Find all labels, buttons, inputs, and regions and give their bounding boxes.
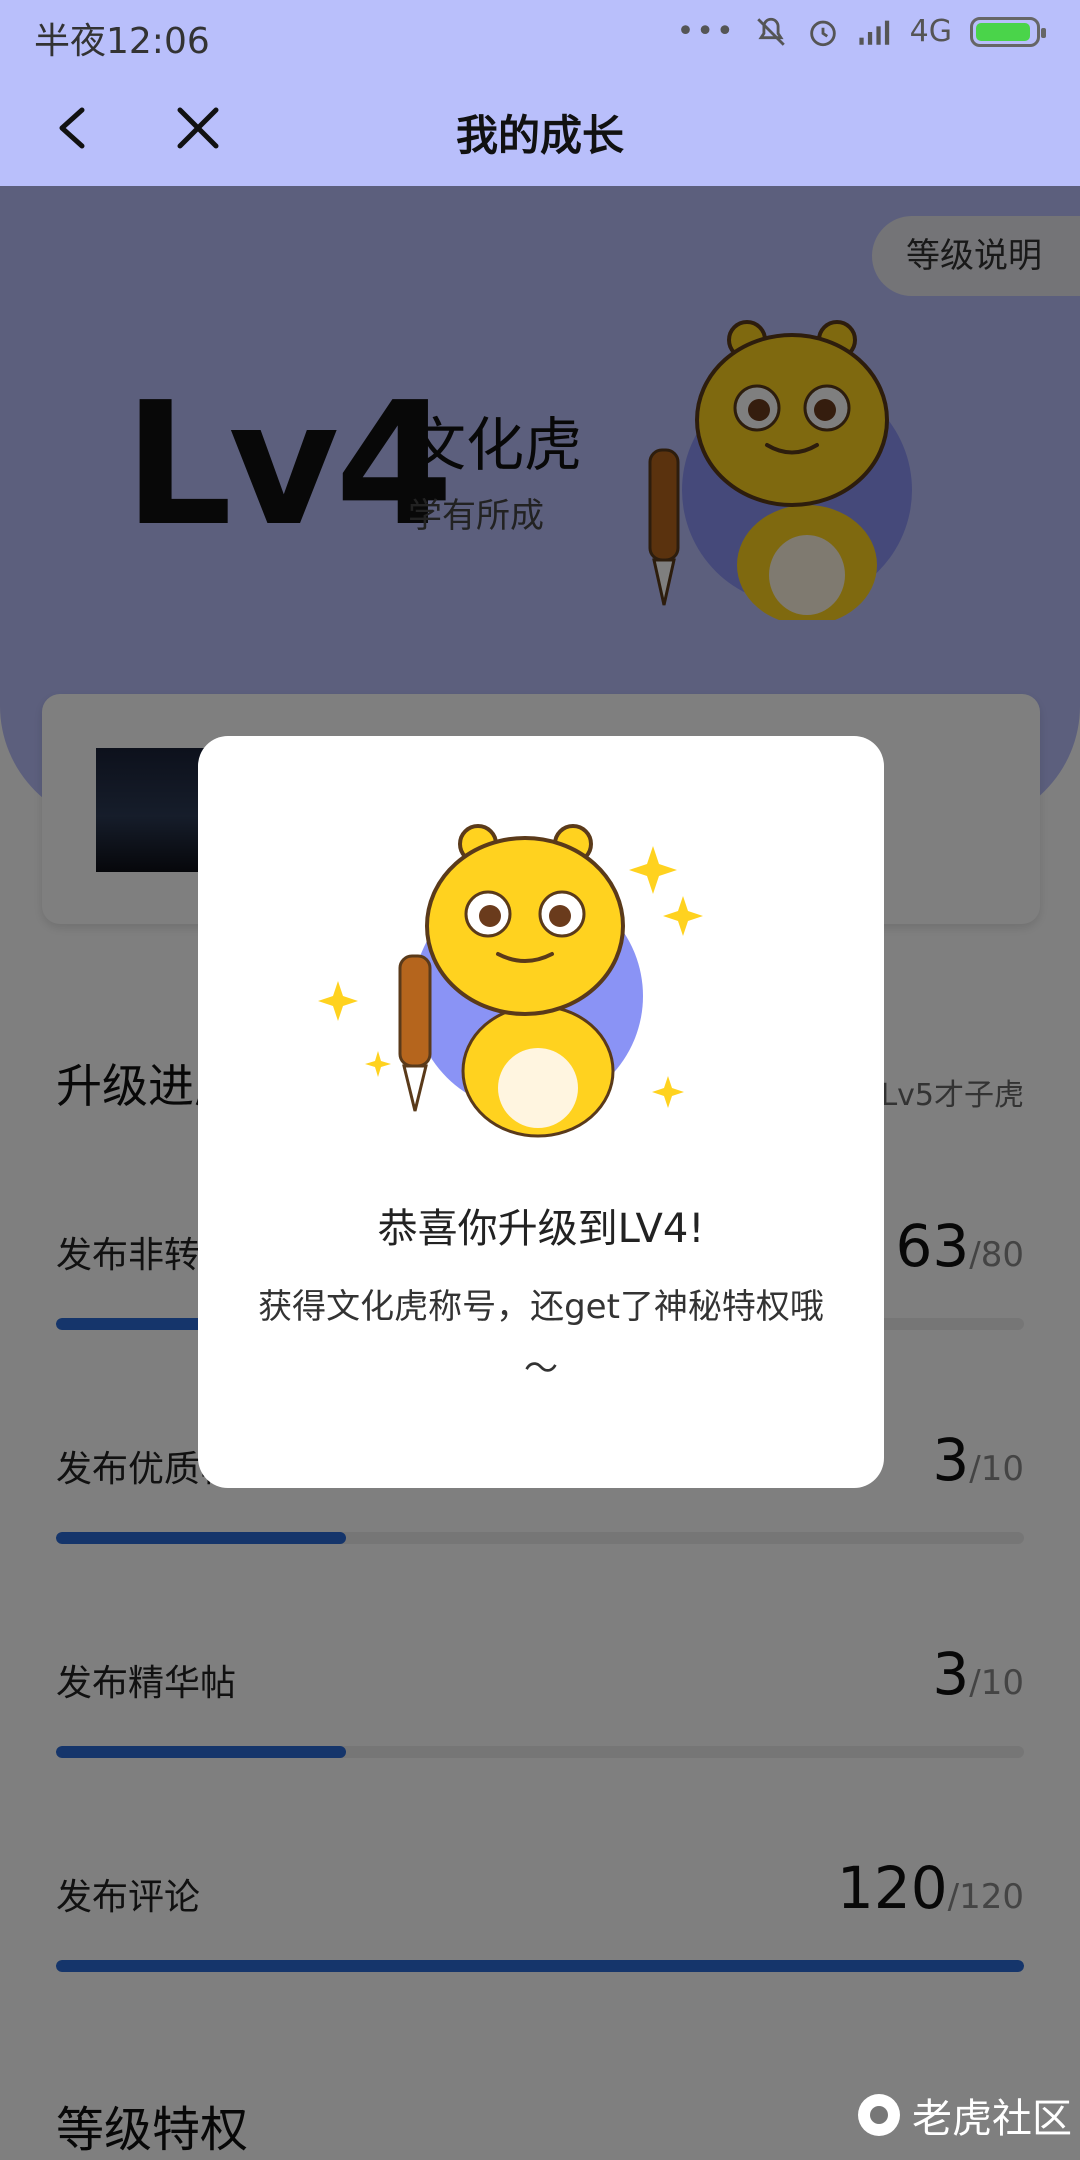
battery-icon — [970, 16, 1046, 47]
status-time: 半夜12:06 — [34, 21, 210, 62]
status-bar: 半夜12:06 ••• 4G — [0, 0, 1080, 68]
level-up-dialog[interactable]: 恭喜你升级到LV4! 获得文化虎称号，还get了神秘特权哦～ — [198, 736, 884, 1488]
dialog-title: 恭喜你升级到LV4! — [377, 1206, 705, 1252]
watermark-text: 老虎社区 — [912, 2096, 1072, 2142]
status-icons: ••• 4G — [676, 14, 1046, 49]
dialog-message: 获得文化虎称号，还get了神秘特权哦～ — [258, 1287, 824, 1389]
signal-icon — [859, 20, 889, 45]
alarm-icon — [809, 20, 836, 46]
nav-bar: 我的成长 — [0, 68, 1080, 186]
tiger-logo-icon — [858, 2094, 900, 2136]
network-type: 4G — [909, 14, 952, 49]
mute-bell-icon — [756, 17, 785, 46]
tiger-mascot-icon — [318, 824, 703, 1138]
more-dots-icon: ••• — [676, 14, 736, 49]
page-title: 我的成长 — [455, 111, 624, 160]
watermark: 老虎社区 — [858, 2086, 1072, 2144]
